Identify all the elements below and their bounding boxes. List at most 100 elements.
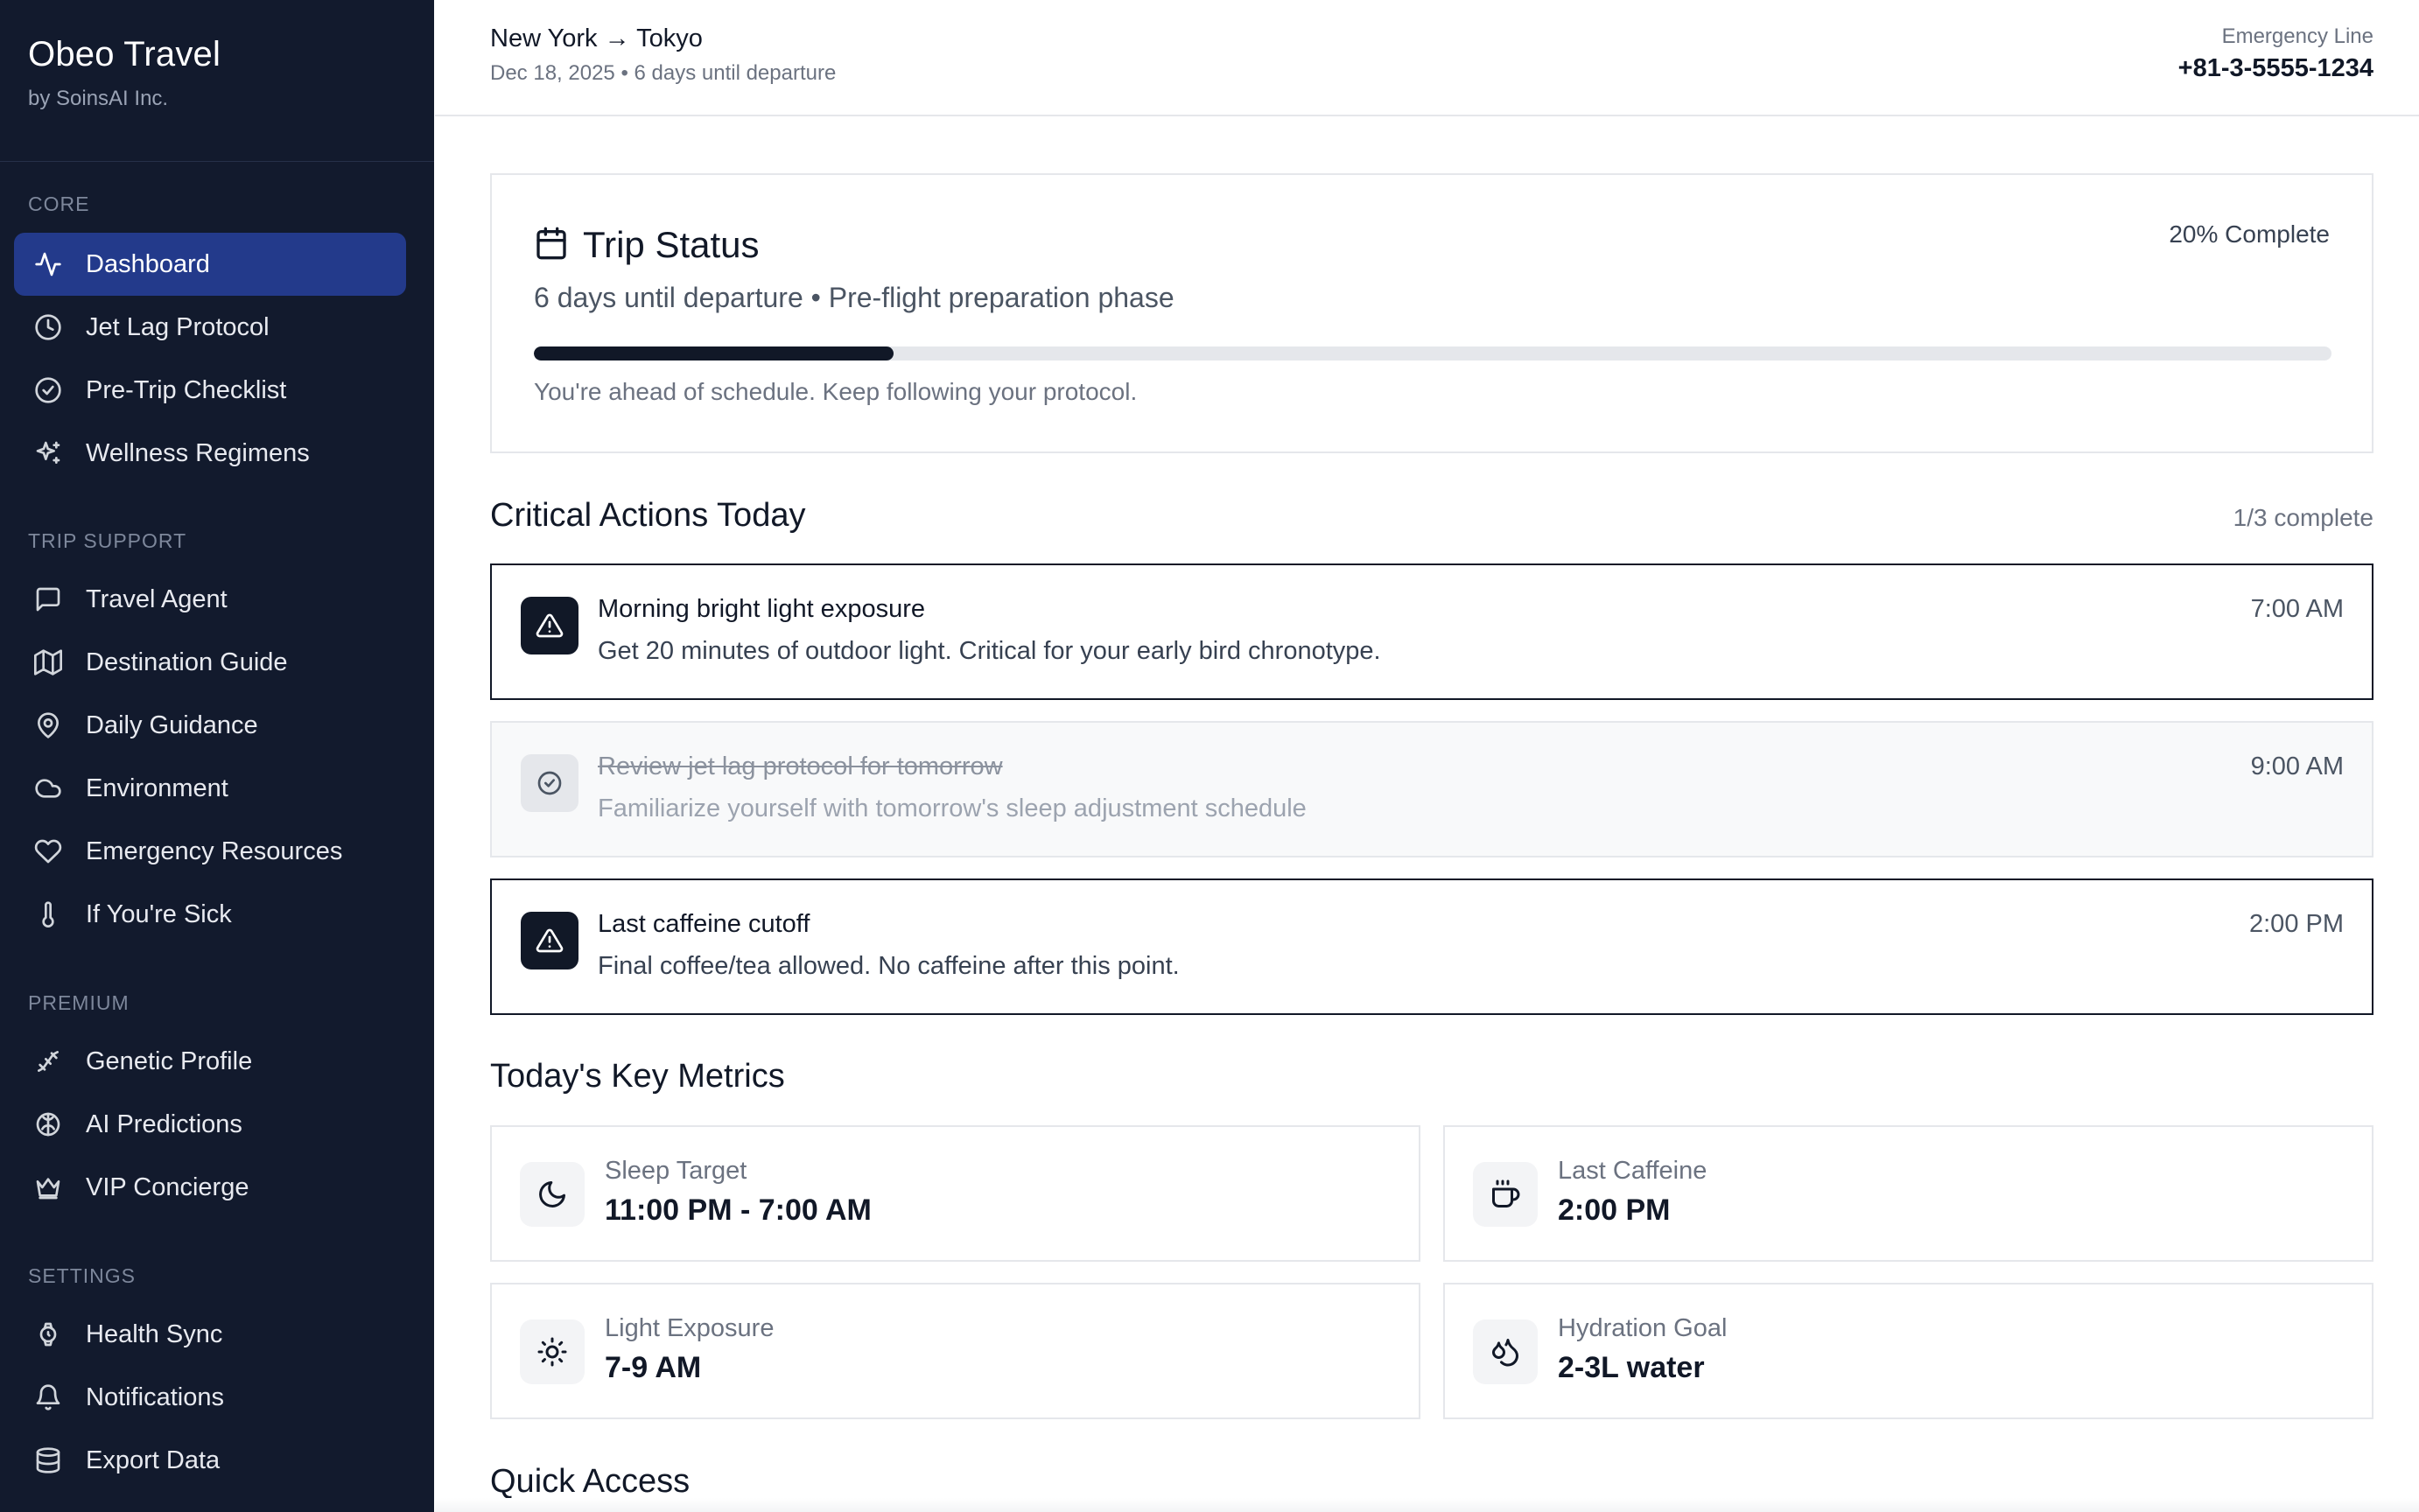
metric-value: 11:00 PM - 7:00 AM: [605, 1194, 872, 1227]
map-icon: [33, 648, 63, 677]
sidebar-item-label: Jet Lag Protocol: [86, 312, 270, 341]
sidebar-item-health-sync[interactable]: Health Sync: [14, 1303, 406, 1366]
sidebar-item-label: VIP Concierge: [86, 1172, 249, 1201]
action-title: Last caffeine cutoff: [598, 910, 810, 938]
sidebar-item-emergency-resources[interactable]: Emergency Resources: [14, 820, 406, 883]
metric-value: 2-3L water: [1558, 1351, 1705, 1384]
scroll-fade: [435, 1498, 2419, 1512]
action-time: 7:00 AM: [2250, 595, 2344, 623]
alert-triangle-icon: [521, 597, 578, 654]
section-label-premium: PREMIUM: [28, 991, 130, 1014]
critical-actions-title: Critical Actions Today: [490, 497, 806, 534]
sidebar-item-pre-trip-checklist[interactable]: Pre-Trip Checklist: [14, 359, 406, 422]
sidebar-item-vip-concierge[interactable]: VIP Concierge: [14, 1156, 406, 1219]
quick-access-title: Quick Access: [490, 1463, 691, 1500]
action-title: Review jet lag protocol for tomorrow: [598, 752, 1003, 780]
metric-label: Hydration Goal: [1558, 1314, 1728, 1342]
sidebar-item-label: Daily Guidance: [86, 710, 258, 739]
brand: Obeo Travel by SoinsAI Inc.: [0, 0, 434, 162]
sidebar-item-label: Pre-Trip Checklist: [86, 375, 287, 404]
trip-complete-percent: 20% Complete: [2169, 220, 2330, 248]
sidebar: Obeo Travel by SoinsAI Inc. CORE Dashboa…: [0, 0, 434, 1512]
sidebar-item-label: Notifications: [86, 1382, 224, 1411]
action-item-review-protocol[interactable]: Review jet lag protocol for tomorrow Fam…: [490, 721, 2373, 858]
trip-route: New York → Tokyo: [490, 24, 703, 52]
emergency-phone[interactable]: +81-3-5555-1234: [2178, 54, 2373, 83]
sidebar-item-label: If You're Sick: [86, 900, 232, 928]
message-icon: [33, 584, 63, 614]
section-label-settings: SETTINGS: [28, 1264, 137, 1287]
metric-sleep-target: Sleep Target 11:00 PM - 7:00 AM: [490, 1125, 1420, 1262]
sidebar-item-export-data[interactable]: Export Data: [14, 1429, 406, 1492]
sidebar-item-label: Wellness Regimens: [86, 438, 310, 467]
action-time: 9:00 AM: [2250, 752, 2344, 780]
calendar-icon: [534, 226, 583, 265]
sidebar-item-label: Dashboard: [86, 249, 210, 278]
brain-icon: [33, 1110, 63, 1139]
metric-hydration-goal: Hydration Goal 2-3L water: [1443, 1283, 2373, 1419]
activity-icon: [33, 249, 63, 279]
metric-label: Last Caffeine: [1558, 1157, 1707, 1185]
thermometer-icon: [33, 900, 63, 929]
section-label-core: CORE: [28, 192, 90, 215]
sidebar-item-notifications[interactable]: Notifications: [14, 1366, 406, 1429]
metric-light-exposure: Light Exposure 7-9 AM: [490, 1283, 1420, 1419]
sidebar-item-label: Destination Guide: [86, 648, 288, 676]
trip-status-note: You're ahead of schedule. Keep following…: [534, 378, 1138, 405]
action-description: Familiarize yourself with tomorrow's sle…: [598, 794, 1307, 822]
sidebar-item-label: Health Sync: [86, 1320, 223, 1348]
trip-status-title: Trip Status: [583, 224, 760, 265]
sidebar-item-destination-guide[interactable]: Destination Guide: [14, 631, 406, 694]
metric-label: Sleep Target: [605, 1157, 747, 1185]
action-item-caffeine-cutoff[interactable]: Last caffeine cutoff Final coffee/tea al…: [490, 878, 2373, 1015]
metric-last-caffeine: Last Caffeine 2:00 PM: [1443, 1125, 2373, 1262]
sidebar-item-jet-lag-protocol[interactable]: Jet Lag Protocol: [14, 296, 406, 359]
heart-icon: [33, 836, 63, 866]
metric-label: Light Exposure: [605, 1314, 775, 1342]
sparkles-icon: [33, 438, 63, 468]
cloud-icon: [33, 774, 63, 803]
action-title: Morning bright light exposure: [598, 595, 925, 623]
top-header: New York → Tokyo Dec 18, 2025 • 6 days u…: [435, 0, 2419, 116]
action-time: 2:00 PM: [2249, 910, 2344, 938]
alert-triangle-icon: [521, 912, 578, 970]
brand-subtitle: by SoinsAI Inc.: [28, 87, 169, 110]
watch-icon: [33, 1320, 63, 1349]
bell-icon: [33, 1382, 63, 1412]
check-circle-icon: [521, 754, 578, 812]
action-item-light-exposure[interactable]: Morning bright light exposure Get 20 min…: [490, 564, 2373, 700]
sidebar-item-label: Emergency Resources: [86, 836, 343, 865]
coffee-icon: [1473, 1162, 1538, 1227]
sidebar-item-travel-agent[interactable]: Travel Agent: [14, 568, 406, 631]
sidebar-item-wellness-regimens[interactable]: Wellness Regimens: [14, 422, 406, 485]
map-pin-icon: [33, 710, 63, 740]
trip-progress-fill: [534, 346, 894, 360]
sidebar-item-environment[interactable]: Environment: [14, 757, 406, 820]
sidebar-item-genetic-profile[interactable]: Genetic Profile: [14, 1030, 406, 1093]
action-description: Final coffee/tea allowed. No caffeine af…: [598, 952, 1180, 980]
trip-status-card: Trip Status 20% Complete 6 days until de…: [490, 173, 2373, 453]
sidebar-item-if-youre-sick[interactable]: If You're Sick: [14, 883, 406, 946]
sidebar-item-label: Environment: [86, 774, 228, 802]
check-circle-icon: [33, 375, 63, 405]
metric-value: 2:00 PM: [1558, 1194, 1671, 1227]
sidebar-item-label: Genetic Profile: [86, 1046, 253, 1075]
sidebar-item-label: AI Predictions: [86, 1110, 242, 1138]
sidebar-item-daily-guidance[interactable]: Daily Guidance: [14, 694, 406, 757]
critical-actions-count: 1/3 complete: [2233, 504, 2373, 531]
brand-title[interactable]: Obeo Travel: [28, 35, 434, 74]
clock-icon: [33, 312, 63, 342]
departure-info: Dec 18, 2025 • 6 days until departure: [490, 61, 837, 85]
dna-icon: [33, 1046, 63, 1076]
sidebar-item-label: Export Data: [86, 1446, 221, 1474]
trip-progress-bar: [534, 346, 2331, 360]
section-label-trip-support: TRIP SUPPORT: [28, 529, 187, 552]
sidebar-item-label: Travel Agent: [86, 584, 228, 613]
sidebar-item-ai-predictions[interactable]: AI Predictions: [14, 1093, 406, 1156]
database-icon: [33, 1446, 63, 1475]
sun-icon: [520, 1320, 585, 1384]
trip-status-subtitle: 6 days until departure • Pre-flight prep…: [534, 282, 1174, 313]
sidebar-item-dashboard[interactable]: Dashboard: [14, 233, 406, 296]
emergency-line-label: Emergency Line: [2221, 24, 2373, 48]
metric-value: 7-9 AM: [605, 1351, 702, 1384]
